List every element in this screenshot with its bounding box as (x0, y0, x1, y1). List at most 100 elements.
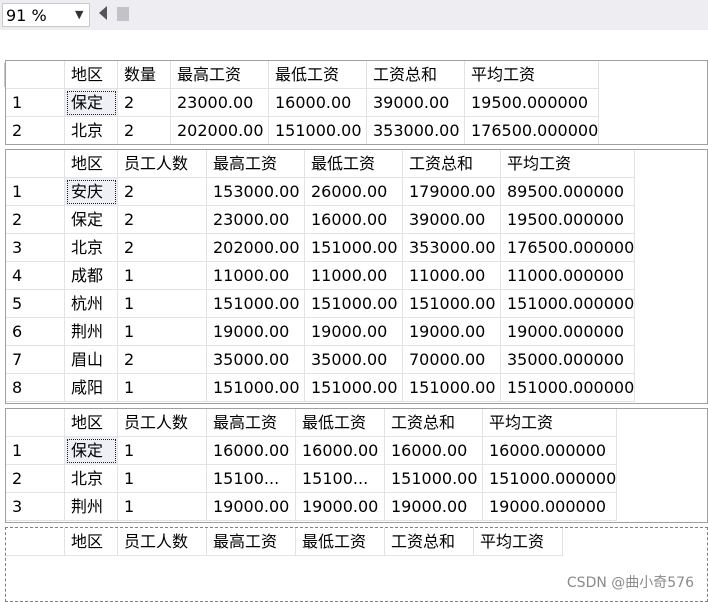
row-number[interactable]: 7 (6, 346, 65, 374)
grid-cell[interactable]: 23000.00 (207, 206, 305, 234)
grid-cell[interactable]: 1 (118, 290, 207, 318)
column-header[interactable]: 最低工资 (305, 150, 403, 178)
column-header[interactable]: 工资总和 (403, 150, 501, 178)
grid-cell[interactable]: 19000.00 (296, 493, 385, 521)
column-header[interactable]: 地区 (65, 528, 118, 556)
grid-cell[interactable]: 北京 (65, 117, 118, 144)
scroll-left-icon[interactable] (99, 6, 107, 20)
grid-cell[interactable]: 成都 (65, 262, 118, 290)
horizontal-scrollbar-thumb[interactable] (117, 7, 129, 21)
grid-cell[interactable]: 16000.000000 (483, 437, 617, 465)
row-number[interactable]: 1 (6, 437, 65, 465)
grid-corner-header[interactable] (6, 528, 65, 556)
grid-cell[interactable]: 39000.00 (367, 89, 465, 117)
column-header[interactable]: 员工人数 (118, 528, 207, 556)
grid-cell[interactable]: 2 (118, 346, 207, 374)
grid-cell[interactable]: 15100... (296, 465, 385, 493)
row-number[interactable]: 2 (6, 465, 65, 493)
grid-corner-header[interactable] (6, 61, 65, 89)
column-header[interactable]: 最高工资 (207, 409, 296, 437)
grid-cell[interactable]: 保定 (65, 206, 118, 234)
row-number[interactable]: 2 (6, 117, 65, 144)
column-header[interactable]: 工资总和 (385, 409, 483, 437)
result-grid-1[interactable]: 地区 数量 最高工资 最低工资 工资总和 平均工资 1 保定 2 23000.00 16000.00… (5, 60, 708, 145)
grid-cell[interactable]: 153000.00 (207, 178, 305, 206)
grid-cell[interactable]: 151000.00 (305, 290, 403, 318)
grid-cell[interactable]: 16000.00 (385, 437, 483, 465)
column-header[interactable]: 工资总和 (367, 61, 465, 89)
zoom-dropdown[interactable]: 91 % ▼ (2, 3, 90, 27)
grid-cell[interactable]: 咸阳 (65, 374, 118, 402)
grid-cell[interactable]: 176500.000000 (501, 234, 635, 262)
column-header[interactable]: 平均工资 (465, 61, 599, 89)
grid-cell[interactable]: 19000.00 (305, 318, 403, 346)
column-header[interactable]: 平均工资 (474, 528, 563, 556)
grid-cell[interactable]: 35000.00 (207, 346, 305, 374)
column-header[interactable]: 最低工资 (296, 409, 385, 437)
grid-cell[interactable]: 北京 (65, 465, 118, 493)
column-header[interactable]: 地区 (65, 61, 118, 89)
row-number[interactable]: 3 (6, 493, 65, 521)
row-number[interactable]: 5 (6, 290, 65, 318)
grid-cell[interactable]: 眉山 (65, 346, 118, 374)
grid-cell[interactable]: 保定 (65, 89, 118, 117)
grid-cell[interactable]: 16000.00 (305, 206, 403, 234)
column-header[interactable]: 员工人数 (118, 150, 207, 178)
grid-cell[interactable]: 11000.00 (207, 262, 305, 290)
grid-cell[interactable]: 151000.00 (207, 374, 305, 402)
grid-cell[interactable]: 89500.000000 (501, 178, 635, 206)
grid-cell[interactable]: 70000.00 (403, 346, 501, 374)
grid-cell[interactable]: 23000.00 (171, 89, 269, 117)
grid-cell[interactable]: 19500.000000 (465, 89, 599, 117)
grid-cell[interactable]: 19500.000000 (501, 206, 635, 234)
grid-cell[interactable]: 151000.00 (305, 234, 403, 262)
row-number[interactable]: 1 (6, 178, 65, 206)
grid-cell[interactable]: 151000.00 (207, 290, 305, 318)
grid-cell[interactable]: 19000.00 (403, 318, 501, 346)
column-header[interactable]: 地区 (65, 150, 118, 178)
result-grid-2[interactable]: 地区 员工人数 最高工资 最低工资 工资总和 平均工资 1 安庆 2 153000.00 26000… (5, 149, 708, 404)
grid-cell[interactable]: 2 (118, 206, 207, 234)
column-header[interactable]: 平均工资 (483, 409, 617, 437)
grid-cell[interactable]: 安庆 (65, 178, 118, 206)
grid-cell[interactable]: 杭州 (65, 290, 118, 318)
grid-cell[interactable]: 151000.00 (269, 117, 367, 144)
grid-cell[interactable]: 11000.000000 (501, 262, 635, 290)
column-header[interactable]: 最高工资 (171, 61, 269, 89)
grid-cell[interactable]: 1 (118, 374, 207, 402)
row-number[interactable]: 3 (6, 234, 65, 262)
chevron-down-icon[interactable]: ▼ (75, 8, 83, 21)
column-header[interactable]: 最低工资 (296, 528, 385, 556)
grid-cell[interactable]: 保定 (65, 437, 118, 465)
grid-cell[interactable]: 1 (118, 262, 207, 290)
grid-cell[interactable]: 151000.00 (385, 465, 483, 493)
grid-corner-header[interactable] (6, 150, 65, 178)
result-grid-3[interactable]: 地区 员工人数 最高工资 最低工资 工资总和 平均工资 1 保定 1 16000.00 16000.… (5, 408, 708, 523)
grid-cell[interactable]: 39000.00 (403, 206, 501, 234)
column-header[interactable]: 工资总和 (385, 528, 474, 556)
grid-cell[interactable]: 16000.00 (296, 437, 385, 465)
grid-cell[interactable]: 35000.000000 (501, 346, 635, 374)
grid-cell[interactable]: 15100... (207, 465, 296, 493)
grid-cell[interactable]: 2 (118, 234, 207, 262)
grid-cell[interactable]: 19000.000000 (501, 318, 635, 346)
grid-cell[interactable]: 19000.00 (385, 493, 483, 521)
grid-cell[interactable]: 151000.000000 (501, 374, 635, 402)
column-header[interactable]: 数量 (118, 61, 171, 89)
grid-cell[interactable]: 176500.000000 (465, 117, 599, 144)
column-header[interactable]: 员工人数 (118, 409, 207, 437)
row-number[interactable]: 1 (6, 89, 65, 117)
column-header[interactable]: 最高工资 (207, 150, 305, 178)
column-header[interactable]: 平均工资 (501, 150, 635, 178)
grid-cell[interactable]: 北京 (65, 234, 118, 262)
row-number[interactable]: 4 (6, 262, 65, 290)
grid-cell[interactable]: 353000.00 (403, 234, 501, 262)
grid-cell[interactable]: 11000.00 (403, 262, 501, 290)
row-number[interactable]: 8 (6, 374, 65, 402)
grid-cell[interactable]: 荆州 (65, 318, 118, 346)
grid-cell[interactable]: 19000.00 (207, 493, 296, 521)
grid-cell[interactable]: 202000.00 (207, 234, 305, 262)
grid-cell[interactable]: 荆州 (65, 493, 118, 521)
grid-cell[interactable]: 151000.00 (305, 374, 403, 402)
grid-cell[interactable]: 151000.00 (403, 290, 501, 318)
